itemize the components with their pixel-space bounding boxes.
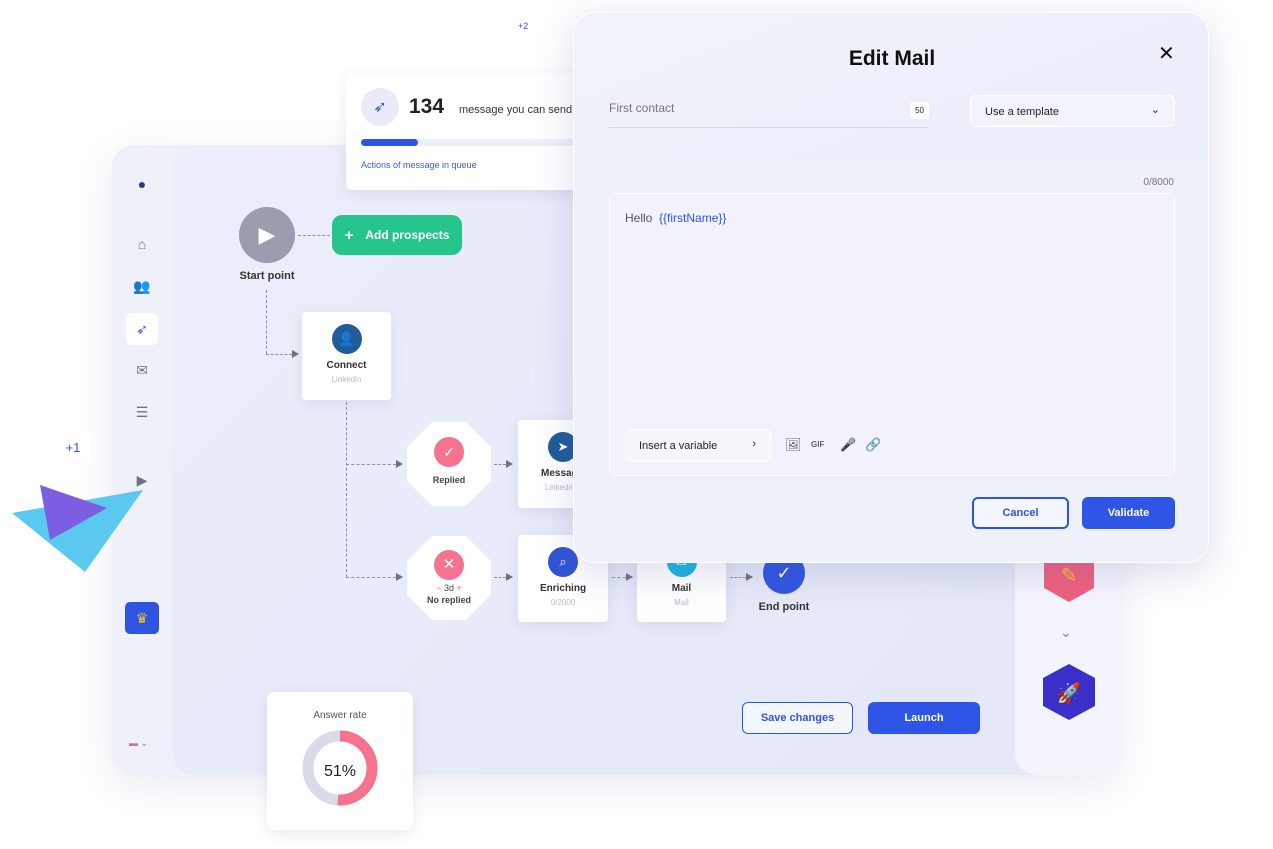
subject-input[interactable]: First contact 50 [609, 97, 929, 128]
gif-icon[interactable]: GIF [811, 440, 824, 449]
launch-button[interactable]: Launch [868, 702, 980, 734]
queue-label: Actions of message in queue [361, 160, 477, 170]
enriching-title: Enriching [539, 583, 587, 594]
template-select-value: Use a template [985, 106, 1059, 118]
chevron-down-icon: ⌄ [1150, 104, 1160, 116]
mail-body-editor[interactable]: Hello {{firstName}} Insert a variable › 🖼… [609, 193, 1175, 476]
mail-icon[interactable]: ✉ [130, 358, 154, 382]
template-select[interactable]: Use a template ⌄ [970, 95, 1175, 127]
list-icon[interactable]: ☰ [130, 400, 154, 424]
campaign-rocket-icon[interactable]: ➶ [126, 313, 158, 345]
close-icon: ✕ [434, 550, 464, 580]
replied-node[interactable]: ✓ Replied [407, 422, 491, 506]
users-icon[interactable]: 👥 [130, 274, 154, 298]
rocket-badge-icon[interactable]: 🚀 [1043, 664, 1095, 720]
start-point-label: Start point [239, 270, 295, 282]
body-variable: {{firstName}} [659, 211, 727, 225]
delay-value: 3d [443, 583, 454, 593]
start-point-button[interactable]: ▶ [239, 207, 295, 263]
plus-two-badge: +2 [518, 21, 529, 31]
language-selector[interactable]: ▬ ⌄ [129, 738, 148, 749]
cancel-button[interactable]: Cancel [972, 497, 1069, 529]
link-icon[interactable]: 🔗 [865, 437, 881, 453]
insert-variable-button[interactable]: Insert a variable › [625, 429, 771, 462]
connect-title: Connect [326, 360, 367, 371]
connect-node[interactable]: 👤 Connect Linkedin [302, 312, 391, 400]
mail-subtitle: Mail [674, 598, 689, 607]
paper-plane-icon [12, 485, 143, 572]
body-text: Hello [625, 211, 653, 225]
decrease-delay-button[interactable]: − [436, 583, 441, 593]
queue-progress-bar [361, 139, 590, 146]
add-prospects-button[interactable]: + Add prospects [332, 215, 462, 255]
play-icon: ▶ [258, 222, 276, 247]
validate-button[interactable]: Validate [1082, 497, 1175, 529]
answer-rate-card: Answer rate 51% [267, 692, 413, 830]
microphone-icon[interactable]: 🎤 [840, 437, 856, 453]
messages-count: 134 [409, 95, 445, 118]
answer-rate-label: Answer rate [313, 710, 367, 721]
end-point-label: End point [758, 601, 810, 613]
user-icon: 👤 [331, 324, 362, 354]
subject-char-count: 50 [910, 102, 929, 119]
replied-label: Replied [432, 475, 466, 485]
svg-text:✎: ✎ [1061, 565, 1078, 587]
image-icon[interactable]: 🖼 [785, 437, 802, 453]
queue-progress-fill [361, 139, 419, 146]
answer-rate-value: 51% [323, 763, 357, 780]
modal-title: Edit Mail [848, 47, 936, 70]
chevron-down-icon[interactable]: ⌄ [1060, 624, 1072, 641]
add-prospects-label: Add prospects [365, 228, 450, 242]
logo-icon: ● [137, 176, 147, 192]
body-char-count: 0/8000 [1143, 177, 1174, 188]
crown-icon[interactable]: ♛ [125, 602, 159, 634]
check-icon: ✓ [434, 437, 464, 467]
close-icon[interactable]: ✕ [1158, 41, 1175, 66]
home-icon[interactable]: ⌂ [130, 232, 154, 256]
rocket-icon: ➶ [361, 88, 399, 126]
save-changes-button[interactable]: Save changes [742, 702, 853, 734]
insert-variable-label: Insert a variable [639, 440, 718, 452]
plus-icon: + [344, 226, 354, 244]
messages-count-label: message you can send [459, 104, 573, 116]
mail-title: Mail [671, 583, 692, 594]
increase-delay-button[interactable]: + [457, 583, 462, 593]
connect-subtitle: Linkedin [331, 375, 362, 384]
subject-value: First contact [609, 101, 675, 115]
chevron-right-icon: › [752, 438, 756, 450]
chevron-down-icon: ⌄ [140, 738, 149, 748]
svg-text:🚀: 🚀 [1057, 681, 1082, 705]
messages-stats-card: ➶ 134 message you can send Actions of me… [346, 73, 605, 190]
enriching-subtitle: 0/2000 [550, 598, 576, 607]
plus-one-badge: +1 [56, 435, 90, 459]
edit-mail-modal: Edit Mail ✕ First contact 50 Use a templ… [573, 12, 1209, 563]
no-replied-label: No replied [426, 595, 471, 605]
